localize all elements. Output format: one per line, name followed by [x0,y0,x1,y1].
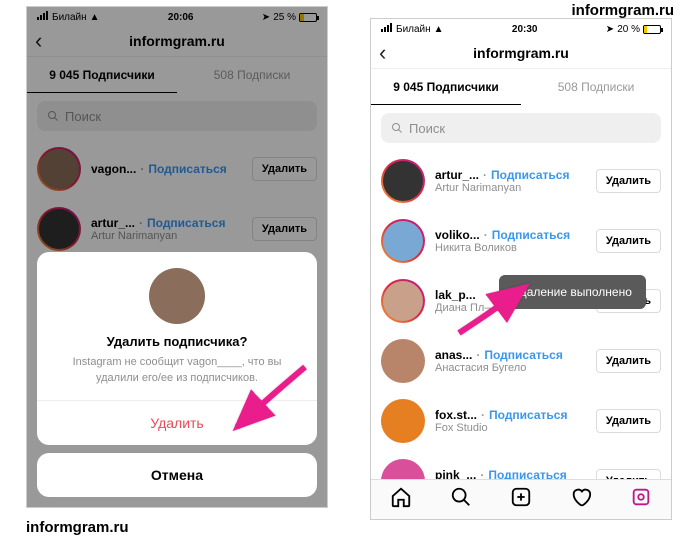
username[interactable]: voliko... [435,228,480,242]
watermark-bottom: informgram.ru [26,519,129,536]
screenshot-right: Билайн ▲ 20:30 ➤20 % ‹ informgram.ru 9 0… [370,18,672,520]
wifi-icon: ▲ [434,24,444,35]
remove-button[interactable]: Удалить [596,229,661,253]
add-icon[interactable] [510,486,532,513]
tab-followers[interactable]: 9 045 Подписчики [371,69,521,105]
avatar[interactable] [381,159,425,203]
remove-button[interactable]: Удалить [596,409,661,433]
carrier: Билайн [396,24,431,35]
fullname: Анастасия Бугело [435,362,586,374]
home-icon[interactable] [390,486,412,513]
back-icon[interactable]: ‹ [379,40,386,66]
sheet-avatar [149,268,205,324]
avatar[interactable] [381,279,425,323]
cancel-button[interactable]: Отмена [37,453,317,497]
bottom-nav [371,479,671,519]
status-bar: Билайн ▲ 20:30 ➤20 % [371,19,671,37]
list-item: fox.st...·ПодписатьсяFox StudioУдалить [371,391,671,451]
annotation-arrow [453,281,533,346]
page-title: informgram.ru [473,45,569,61]
signal-icon [381,23,393,35]
profile-icon[interactable] [630,486,652,513]
avatar[interactable] [381,399,425,443]
list-item: voliko...·ПодписатьсяНикита ВоликовУдали… [371,211,671,271]
nav-bar: ‹ informgram.ru [371,37,671,69]
watermark-top: informgram.ru [571,2,674,19]
fullname: Artur Narimanyan [435,182,586,194]
follow-link[interactable]: Подписаться [484,348,562,362]
battery-icon [643,25,661,34]
tabs: 9 045 Подписчики 508 Подписки [371,69,671,105]
clock: 20:30 [512,24,538,35]
fullname: Никита Воликов [435,242,586,254]
sheet-title: Удалить подписчика? [37,334,317,349]
avatar[interactable] [381,219,425,263]
list-item: artur_...·ПодписатьсяArtur NarimanyanУда… [371,151,671,211]
search-icon [391,122,403,134]
heart-icon[interactable] [570,486,592,513]
remove-button[interactable]: Удалить [596,349,661,373]
username[interactable]: anas... [435,348,472,362]
username[interactable]: fox.st... [435,408,477,422]
tab-following[interactable]: 508 Подписки [521,69,671,105]
location-icon: ➤ [606,24,614,35]
search-nav-icon[interactable] [450,486,472,513]
avatar[interactable] [381,519,425,520]
battery-pct: 20 % [617,24,640,35]
screenshot-left: Билайн ▲ 20:06 ➤25 % ‹ informgram.ru 9 0… [26,6,328,508]
remove-button[interactable]: Удалить [596,169,661,193]
fullname: Fox Studio [435,422,586,434]
follow-link[interactable]: Подписаться [492,228,570,242]
search-placeholder: Поиск [409,121,445,136]
search-input[interactable]: Поиск [381,113,661,143]
username[interactable]: artur_... [435,168,479,182]
follow-link[interactable]: Подписаться [491,168,569,182]
follow-link[interactable]: Подписаться [489,408,567,422]
avatar[interactable] [381,339,425,383]
annotation-arrow [227,359,317,444]
